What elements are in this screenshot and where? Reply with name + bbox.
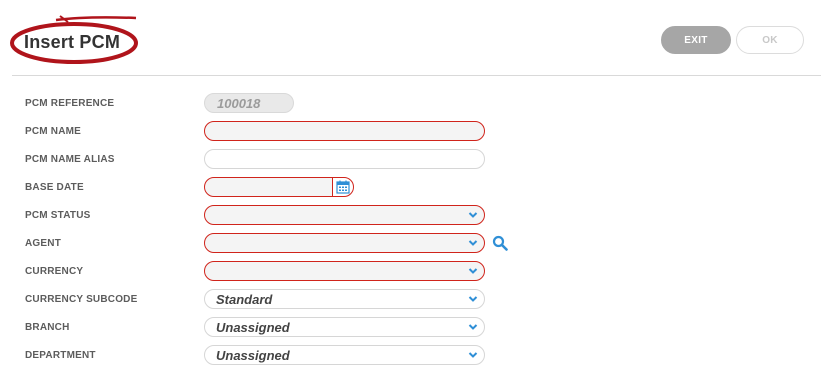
base-date-input[interactable]: [204, 177, 334, 197]
chevron-down-icon: [468, 240, 478, 246]
chevron-down-icon: [468, 324, 478, 330]
page-header: Insert PCM EXIT OK: [0, 0, 821, 76]
department-label: DEPARTMENT: [25, 350, 96, 361]
chevron-down-icon: [468, 352, 478, 358]
pcm-name-label: PCM NAME: [25, 126, 82, 137]
department-value: Unassigned: [216, 348, 290, 363]
pcm-reference-field: 100018: [204, 93, 294, 113]
branch-label: BRANCH: [25, 322, 70, 333]
calendar-icon: [336, 180, 350, 194]
branch-value: Unassigned: [216, 320, 290, 335]
form-row-department: DEPARTMENT Unassigned: [0, 344, 821, 368]
chevron-down-icon: [468, 212, 478, 218]
form-row-pcm-name: PCM NAME: [0, 120, 821, 144]
base-date-label: BASE DATE: [25, 182, 84, 193]
form-row-currency-subcode: CURRENCY SUBCODE Standard: [0, 288, 821, 312]
currency-subcode-select[interactable]: Standard: [204, 289, 485, 309]
department-select[interactable]: Unassigned: [204, 345, 485, 365]
form-row-currency: CURRENCY: [0, 260, 821, 284]
chevron-down-icon: [468, 268, 478, 274]
date-picker-button[interactable]: [332, 177, 354, 197]
pcm-name-alias-input[interactable]: [204, 149, 485, 169]
search-icon[interactable]: [492, 235, 508, 251]
form-row-pcm-name-alias: PCM NAME ALIAS: [0, 148, 821, 172]
title-badge: Insert PCM: [8, 14, 144, 66]
agent-label: AGENT: [25, 238, 61, 249]
currency-select[interactable]: [204, 261, 485, 281]
form-row-pcm-status: PCM STATUS: [0, 204, 821, 228]
exit-button[interactable]: EXIT: [661, 26, 731, 54]
form-row-pcm-reference: PCM REFERENCE 100018: [0, 92, 821, 116]
currency-label: CURRENCY: [25, 266, 84, 277]
chevron-down-icon: [468, 296, 478, 302]
pcm-name-alias-label: PCM NAME ALIAS: [25, 154, 115, 165]
form-row-base-date: BASE DATE: [0, 176, 821, 200]
form-row-branch: BRANCH Unassigned: [0, 316, 821, 340]
ok-button[interactable]: OK: [736, 26, 804, 54]
branch-select[interactable]: Unassigned: [204, 317, 485, 337]
agent-select[interactable]: [204, 233, 485, 253]
currency-subcode-value: Standard: [216, 292, 273, 307]
pcm-status-label: PCM STATUS: [25, 210, 91, 221]
page-title: Insert PCM: [24, 32, 121, 52]
pcm-status-select[interactable]: [204, 205, 485, 225]
pcm-name-input[interactable]: [204, 121, 485, 141]
currency-subcode-label: CURRENCY SUBCODE: [25, 294, 138, 305]
form-row-agent: AGENT: [0, 232, 821, 256]
pcm-reference-value: 100018: [217, 96, 261, 111]
pcm-reference-label: PCM REFERENCE: [25, 98, 115, 109]
header-divider: [12, 75, 821, 76]
